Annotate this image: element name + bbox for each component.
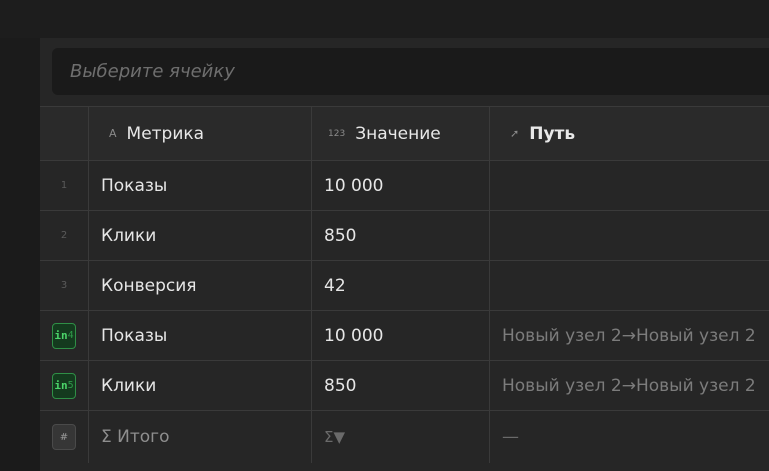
number-type-icon: 123 — [328, 128, 346, 139]
path-cell[interactable] — [490, 161, 769, 210]
row-number-header — [40, 107, 89, 160]
table-row: 2 Клики 850 — [40, 211, 769, 261]
row-number-label: 3 — [60, 280, 68, 291]
column-header-metric[interactable]: A Метрика — [89, 107, 312, 160]
metric-cell[interactable]: Клики — [89, 361, 312, 410]
row-number-label: 1 — [60, 180, 68, 191]
metric-cell[interactable]: Клики — [89, 211, 312, 260]
total-row: # Σ Итого Σ ▼ — — [40, 411, 769, 463]
value-cell[interactable]: 42 — [312, 261, 490, 310]
path-arrow-icon: ➚ — [510, 127, 520, 140]
path-cell[interactable] — [490, 261, 769, 310]
table-row: in 4 Показы 10 000 Новый узел 2→Новый узе… — [40, 311, 769, 361]
path-cell[interactable] — [490, 211, 769, 260]
header-row: A Метрика 123 Значение ➚ Путь — [40, 106, 769, 161]
text-type-icon: A — [109, 127, 117, 140]
input-badge[interactable]: in 4 — [52, 322, 76, 349]
row-number[interactable]: 3 — [40, 261, 89, 310]
value-cell[interactable]: 10 000 — [312, 161, 490, 210]
input-badge-number: 5 — [67, 380, 74, 391]
chevron-down-icon: ▼ — [333, 428, 346, 446]
path-cell[interactable]: Новый узел 2→Новый узел 2 — [490, 361, 769, 410]
input-badge-number: 4 — [67, 330, 74, 341]
input-badge[interactable]: in 5 — [52, 372, 76, 399]
path-cell[interactable]: Новый узел 2→Новый узел 2 — [490, 311, 769, 360]
input-badge-prefix: in — [54, 329, 68, 342]
table-row: 3 Конверсия 42 — [40, 261, 769, 311]
row-number[interactable]: 2 — [40, 211, 89, 260]
column-header-label: Метрика — [126, 123, 205, 144]
column-header-value[interactable]: 123 Значение — [312, 107, 490, 160]
metric-cell[interactable]: Конверсия — [89, 261, 312, 310]
table-row: in 5 Клики 850 Новый узел 2→Новый узел 2 — [40, 361, 769, 411]
row-number[interactable]: in 5 — [40, 361, 89, 410]
data-grid: A Метрика 123 Значение ➚ Путь 1 Показы 1… — [40, 106, 769, 463]
input-badge-prefix: in — [54, 379, 68, 392]
value-cell[interactable]: 850 — [312, 361, 490, 410]
row-number-label: 2 — [60, 230, 68, 241]
total-label: Σ Итого — [89, 411, 312, 463]
hash-icon[interactable]: # — [52, 424, 76, 450]
metric-cell[interactable]: Показы — [89, 161, 312, 210]
aggregate-select[interactable]: Σ ▼ — [312, 411, 490, 463]
cell-selector-input[interactable] — [52, 48, 769, 95]
empty-dash: — — [502, 427, 519, 447]
sigma-icon: Σ — [324, 428, 334, 446]
column-header-label: Значение — [355, 123, 441, 144]
total-path-cell: — — [490, 411, 769, 463]
table-row: 1 Показы 10 000 — [40, 161, 769, 211]
row-number[interactable]: in 4 — [40, 311, 89, 360]
value-cell[interactable]: 10 000 — [312, 311, 490, 360]
table-panel: A Метрика 123 Значение ➚ Путь 1 Показы 1… — [40, 38, 769, 471]
top-bar — [0, 0, 769, 38]
row-number[interactable]: 1 — [40, 161, 89, 210]
cell-selector-bar[interactable] — [52, 48, 769, 95]
value-cell[interactable]: 850 — [312, 211, 490, 260]
total-row-marker: # — [40, 411, 89, 463]
metric-cell[interactable]: Показы — [89, 311, 312, 360]
column-header-label: Путь — [529, 123, 576, 144]
column-header-path[interactable]: ➚ Путь — [490, 107, 769, 160]
